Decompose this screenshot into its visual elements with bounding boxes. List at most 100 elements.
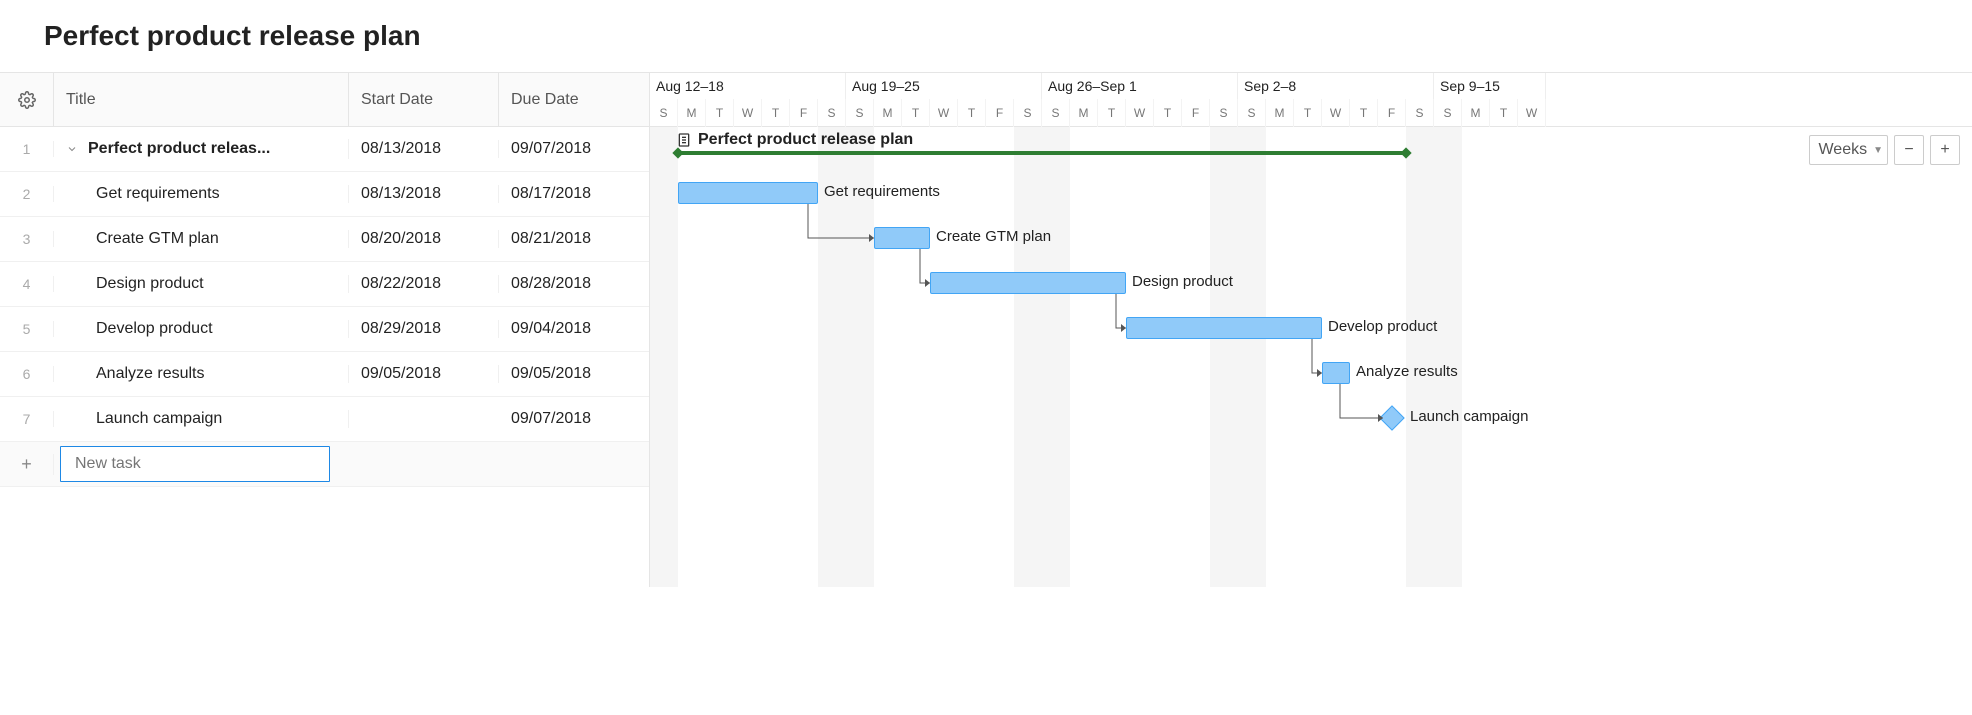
row-title-cell[interactable]: Get requirements	[54, 185, 349, 203]
timeline-day-label: F	[986, 99, 1014, 127]
timeline-week-label: Sep 2–8	[1238, 73, 1434, 99]
new-task-input[interactable]	[60, 446, 330, 482]
task-bar[interactable]	[930, 272, 1126, 294]
timeline-day-label: F	[1378, 99, 1406, 127]
task-table: Title Start Date Due Date 1 Perfect produ…	[0, 73, 650, 587]
timeline-day-label: S	[818, 99, 846, 127]
row-title-cell[interactable]: Perfect product releas...	[54, 139, 349, 159]
row-title-cell[interactable]: Create GTM plan	[54, 230, 349, 248]
task-title: Perfect product releas...	[88, 140, 270, 158]
task-title: Develop product	[96, 320, 213, 338]
timeline-day-label: M	[874, 99, 902, 127]
due-date-cell[interactable]: 09/07/2018	[499, 410, 649, 428]
weekend-shade	[650, 127, 678, 587]
timeline-day-label: T	[958, 99, 986, 127]
gear-icon	[18, 91, 36, 109]
zoom-in-button[interactable]: +	[1930, 135, 1960, 165]
task-title: Launch campaign	[96, 410, 222, 428]
timeline-day-label: T	[1490, 99, 1518, 127]
timeline-day-label: W	[930, 99, 958, 127]
weekend-shade	[1042, 127, 1070, 587]
row-index: 1	[0, 141, 54, 157]
column-header-due[interactable]: Due Date	[499, 73, 649, 126]
timeline-day-label: T	[762, 99, 790, 127]
weekend-shade	[1238, 127, 1266, 587]
bar-label: Design product	[1132, 273, 1233, 290]
timeline-day-label: S	[846, 99, 874, 127]
row-title-cell[interactable]: Design product	[54, 275, 349, 293]
due-date-cell[interactable]: 08/28/2018	[499, 275, 649, 293]
task-bar[interactable]	[678, 182, 818, 204]
timeline-week-label: Sep 9–15	[1434, 73, 1546, 99]
settings-button[interactable]	[0, 73, 54, 126]
summary-bar-label: Perfect product release plan	[698, 131, 913, 149]
timeline-week-label: Aug 12–18	[650, 73, 846, 99]
timeline-day-label: M	[678, 99, 706, 127]
page-title: Perfect product release plan	[44, 20, 1972, 52]
row-index: 2	[0, 186, 54, 202]
timeline-day-label: S	[1238, 99, 1266, 127]
timeline: Aug 12–18Aug 19–25Aug 26–Sep 1Sep 2–8Sep…	[650, 73, 1972, 587]
due-date-cell[interactable]: 08/17/2018	[499, 185, 649, 203]
timeline-day-label: S	[650, 99, 678, 127]
timeline-day-label: W	[1518, 99, 1546, 127]
table-row[interactable]: 7 Launch campaign 09/07/2018	[0, 397, 649, 442]
start-date-cell[interactable]: 08/13/2018	[349, 185, 499, 203]
row-index: 6	[0, 366, 54, 382]
milestone-marker[interactable]	[1379, 405, 1404, 430]
weekend-shade	[1434, 127, 1462, 587]
timeline-day-label: F	[1182, 99, 1210, 127]
row-title-cell[interactable]: Develop product	[54, 320, 349, 338]
start-date-cell[interactable]: 08/22/2018	[349, 275, 499, 293]
timeline-day-label: M	[1070, 99, 1098, 127]
bar-label: Create GTM plan	[936, 228, 1051, 245]
timeline-header: Aug 12–18Aug 19–25Aug 26–Sep 1Sep 2–8Sep…	[650, 73, 1972, 127]
due-date-cell[interactable]: 09/05/2018	[499, 365, 649, 383]
table-row[interactable]: 5Develop product08/29/201809/04/2018	[0, 307, 649, 352]
start-date-cell[interactable]: 08/29/2018	[349, 320, 499, 338]
row-index: 7	[0, 411, 54, 427]
zoom-out-button[interactable]: −	[1894, 135, 1924, 165]
timeline-day-label: T	[1098, 99, 1126, 127]
summary-bar[interactable]	[678, 151, 1406, 155]
weekend-shade	[1014, 127, 1042, 587]
table-row[interactable]: 2 Get requirements 08/13/201808/17/2018	[0, 172, 649, 217]
table-row[interactable]: 3 Create GTM plan 08/20/201808/21/2018	[0, 217, 649, 262]
task-title: Get requirements	[96, 185, 220, 203]
timeline-day-label: T	[1154, 99, 1182, 127]
timeline-controls: Weeks ▼ − +	[1809, 135, 1960, 165]
row-title-cell[interactable]: Analyze results	[54, 365, 349, 383]
gantt-container: Title Start Date Due Date 1 Perfect produ…	[0, 72, 1972, 587]
row-title-cell[interactable]: Launch campaign	[54, 410, 349, 428]
table-row[interactable]: 4Design product08/22/201808/28/2018	[0, 262, 649, 307]
bar-label: Develop product	[1328, 318, 1437, 335]
column-header-start[interactable]: Start Date	[349, 73, 499, 126]
add-task-button[interactable]: +	[0, 454, 54, 475]
due-date-cell[interactable]: 09/04/2018	[499, 320, 649, 338]
column-header-title[interactable]: Title	[54, 73, 349, 126]
task-title: Create GTM plan	[96, 230, 219, 248]
start-date-cell[interactable]: 08/13/2018	[349, 140, 499, 158]
due-date-cell[interactable]: 08/21/2018	[499, 230, 649, 248]
timeline-body[interactable]: Perfect product release planGet requirem…	[650, 127, 1972, 587]
start-date-cell[interactable]: 08/20/2018	[349, 230, 499, 248]
bar-label: Launch campaign	[1410, 408, 1528, 425]
weekend-shade	[1210, 127, 1238, 587]
timeline-day-label: S	[1042, 99, 1070, 127]
timeline-day-label: T	[706, 99, 734, 127]
table-row[interactable]: 6Analyze results09/05/201809/05/2018	[0, 352, 649, 397]
task-title: Design product	[96, 275, 204, 293]
task-bar[interactable]	[1126, 317, 1322, 339]
row-index: 3	[0, 231, 54, 247]
timeline-day-label: S	[1406, 99, 1434, 127]
table-row[interactable]: 1 Perfect product releas... 08/13/201809/0…	[0, 127, 649, 172]
task-bar[interactable]	[874, 227, 930, 249]
start-date-cell[interactable]: 09/05/2018	[349, 365, 499, 383]
chevron-down-icon[interactable]	[62, 139, 82, 159]
new-task-row: +	[0, 442, 649, 487]
due-date-cell[interactable]: 09/07/2018	[499, 140, 649, 158]
scale-label: Weeks	[1818, 141, 1867, 159]
task-bar[interactable]	[1322, 362, 1350, 384]
timeline-week-label: Aug 19–25	[846, 73, 1042, 99]
scale-selector[interactable]: Weeks ▼	[1809, 135, 1888, 165]
